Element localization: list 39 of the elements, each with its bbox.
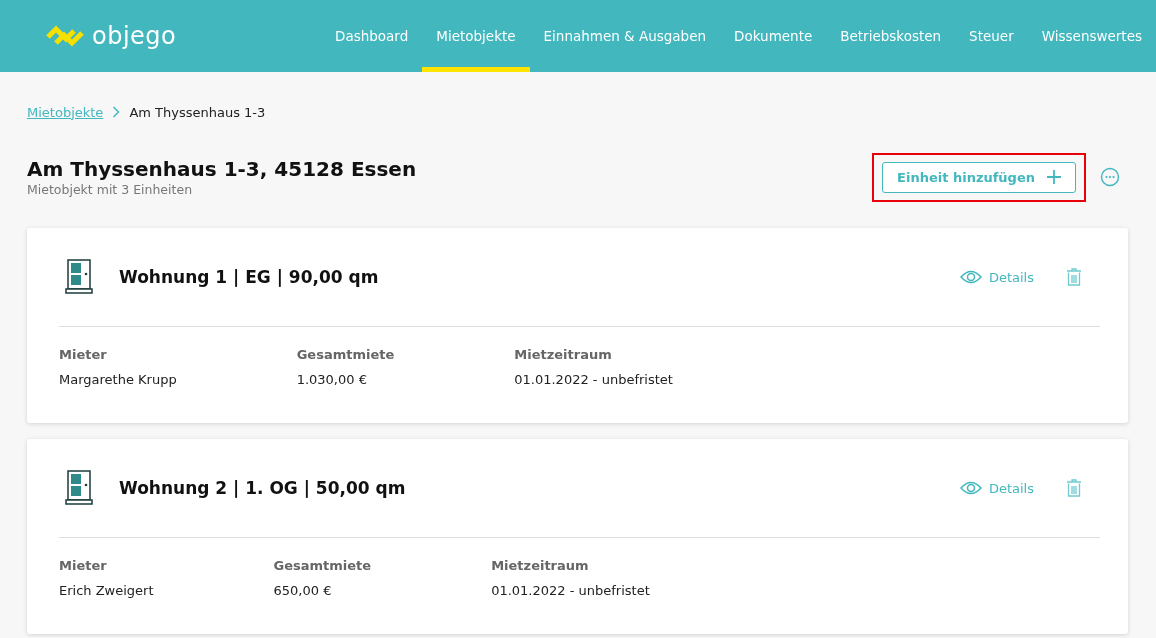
page-title: Am Thyssenhaus 1-3, 45128 Essen [27,157,418,181]
field-value: 01.01.2022 - unbefristet [514,372,673,387]
details-link[interactable]: Details [959,269,1034,285]
brand-name: objego [92,22,177,50]
field-label: Mieter [59,558,108,573]
nav-tab[interactable]: Betriebskosten [826,0,956,72]
field-value: Margarethe Krupp [59,372,177,387]
page-subtitle: Mietobjekt mit 3 Einheiten [27,182,194,197]
nav-tab[interactable]: Steuer [955,0,1028,72]
nav-tab[interactable]: Dashboard [321,0,423,72]
details-link[interactable]: Details [959,480,1034,496]
nav-tab[interactable]: Wissenswertes [1027,0,1156,72]
field-label: Gesamtmiete [273,558,372,573]
eye-icon [959,269,982,285]
door-icon [65,259,93,295]
eye-icon [959,480,982,496]
field-label: Gesamtmiete [296,347,395,362]
add-unit-button[interactable]: Einheit hinzufügen [882,161,1076,193]
unit-title: Wohnung 2 | 1. OG | 50,00 qm [119,478,407,498]
field-label: Mietzeitraum [491,558,590,573]
nav-tab[interactable]: Mietobjekte [422,0,530,72]
breadcrumb-current: Am Thyssenhaus 1-3 [129,104,266,120]
field-value: 650,00 € [273,583,333,598]
door-icon [65,470,93,506]
nav-tab[interactable]: Dokumente [720,0,827,72]
unit-title: Wohnung 1 | EG | 90,00 qm [119,267,380,287]
chevron-right-icon [112,106,121,118]
delete-icon[interactable] [1066,268,1082,286]
plus-icon [1047,170,1061,184]
field-label: Mietzeitraum [514,347,613,362]
field-label: Mieter [59,347,108,362]
delete-icon[interactable] [1066,479,1082,497]
field-value: 1.030,00 € [296,372,368,387]
more-options-icon[interactable] [1100,167,1120,187]
logo-icon [46,24,84,48]
field-value: 01.01.2022 - unbefristet [491,583,650,598]
field-value: Erich Zweigert [59,583,154,598]
nav-tab[interactable]: Einnahmen & Ausgaben [529,0,720,72]
breadcrumb-link[interactable]: Mietobjekte [27,104,104,120]
